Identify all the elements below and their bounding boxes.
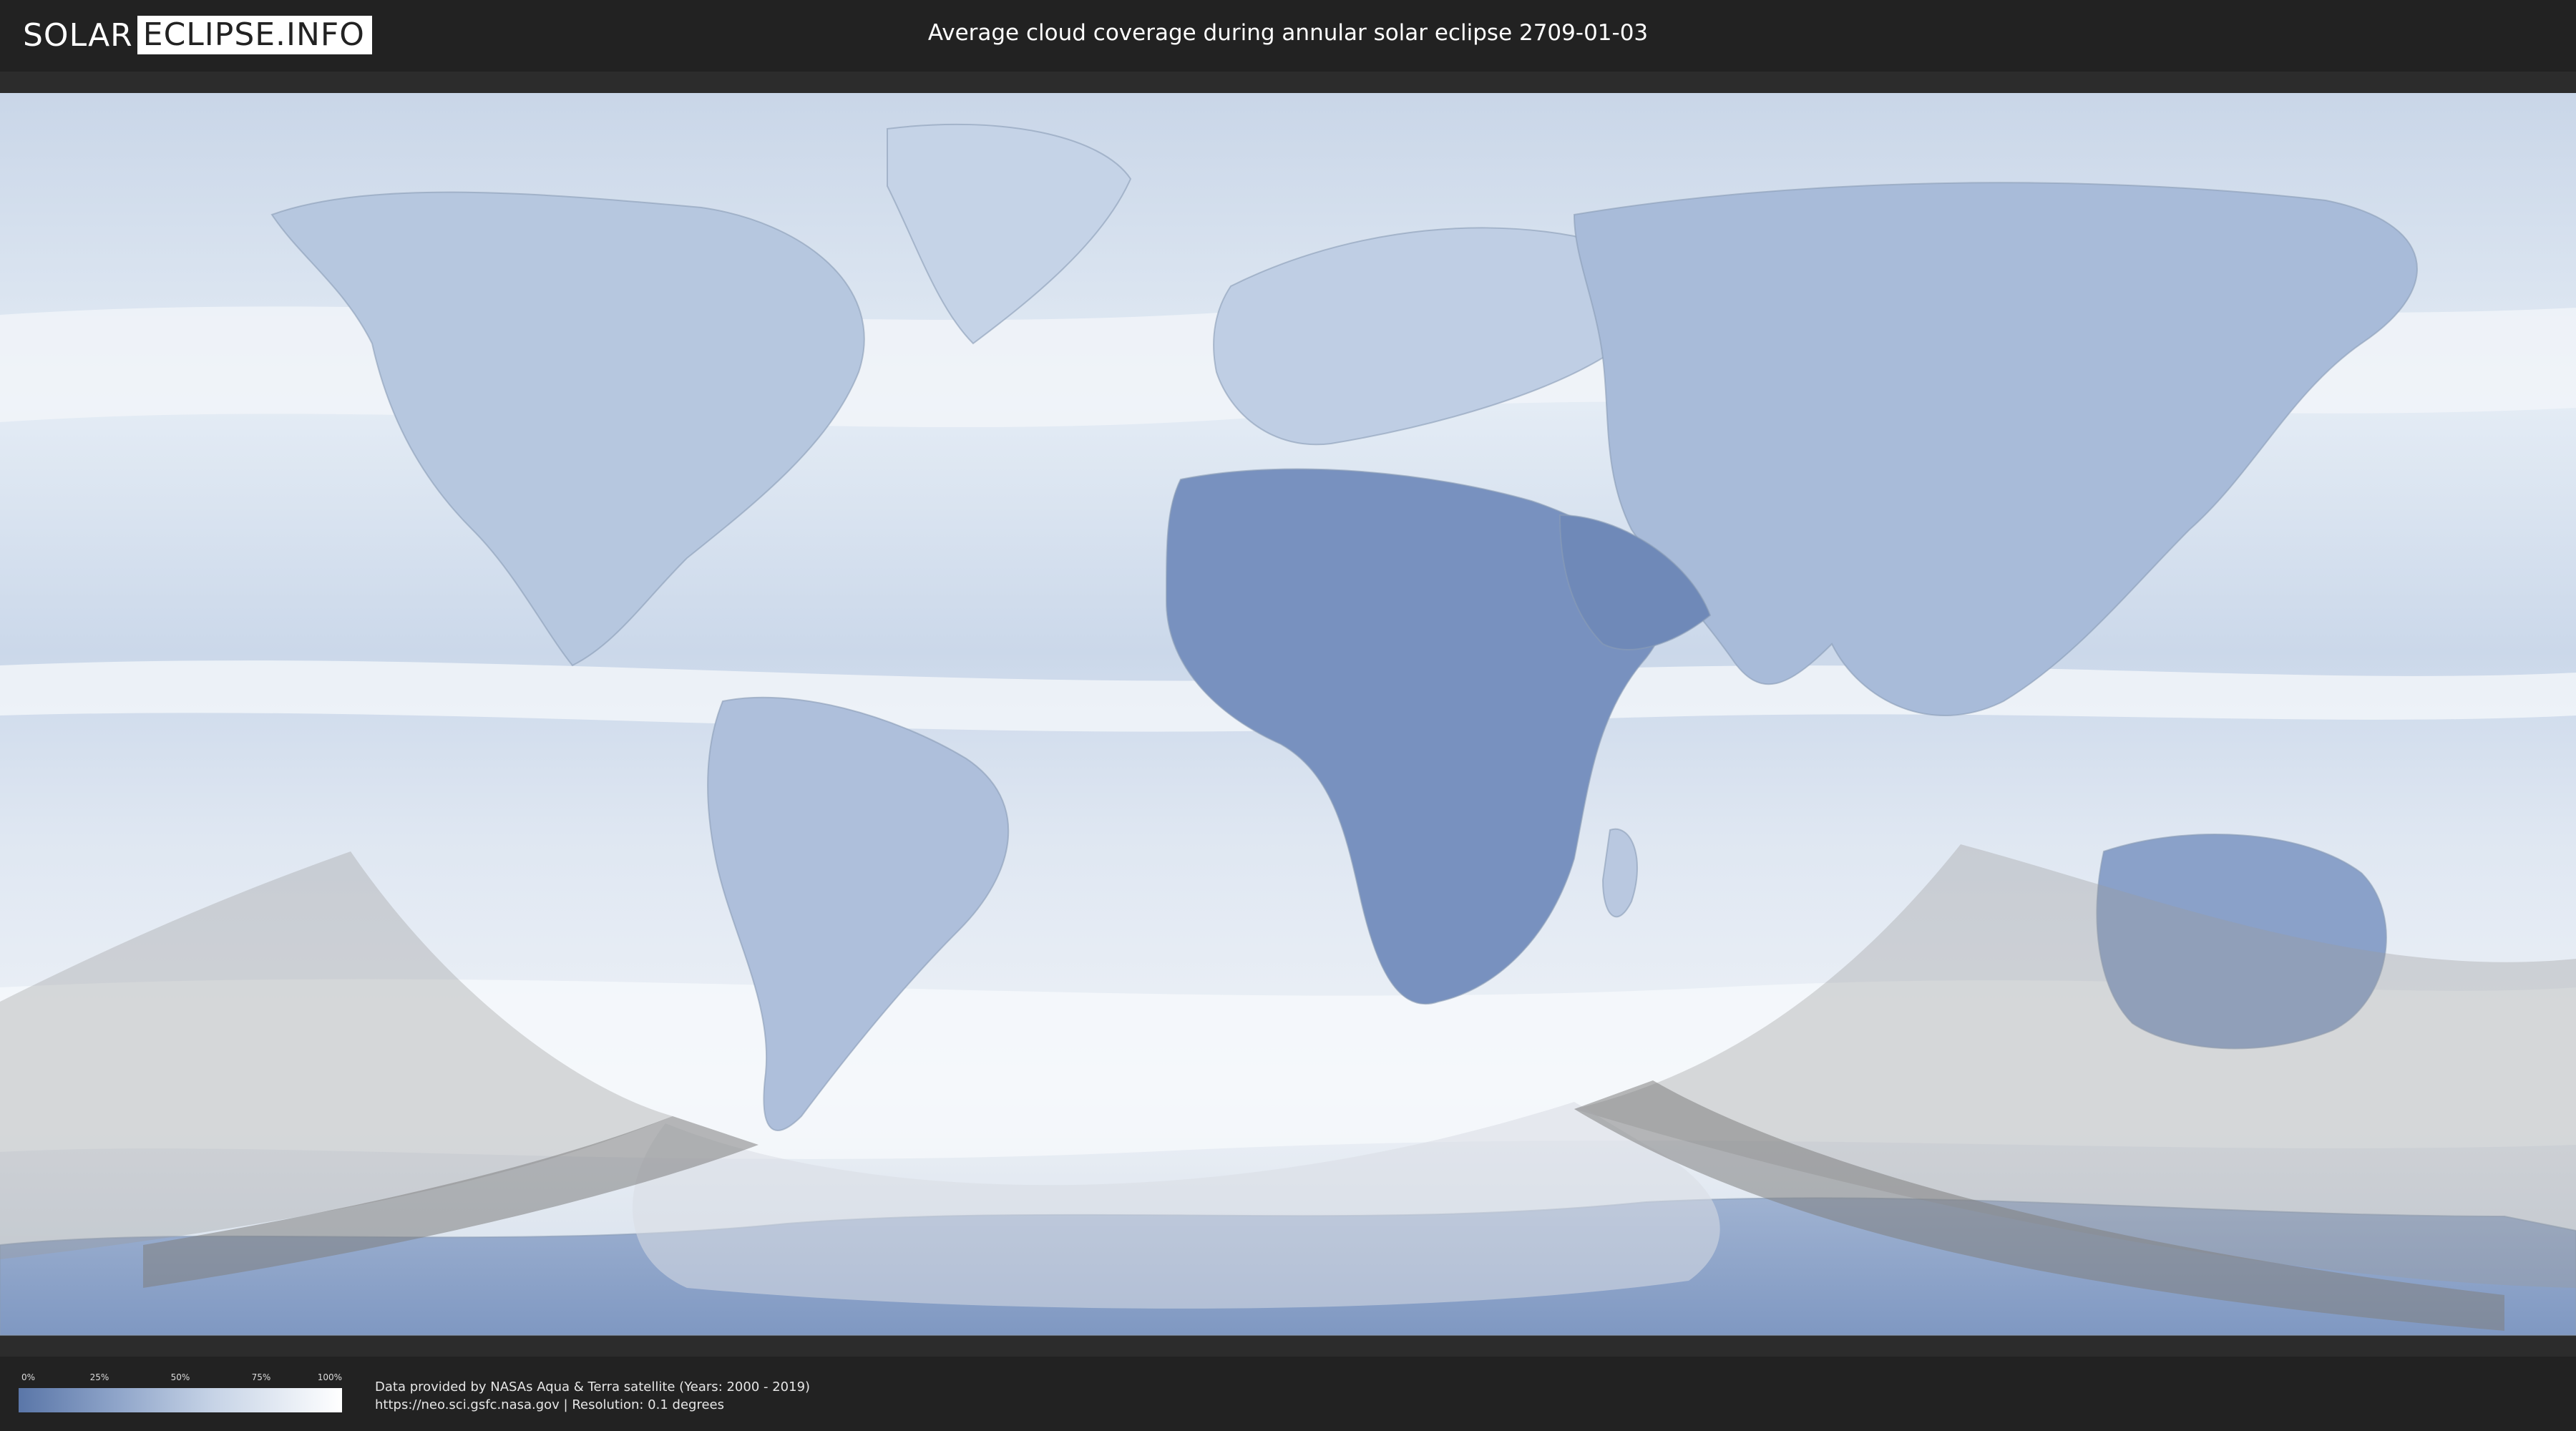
cloud-coverage-legend: 0% 25% 50% 75% 100% xyxy=(19,1372,342,1412)
credits-line-source: Data provided by NASAs Aqua & Terra sate… xyxy=(375,1379,811,1395)
legend-label-50: 50% xyxy=(170,1372,190,1382)
data-credits: Data provided by NASAs Aqua & Terra sate… xyxy=(375,1378,810,1414)
bottom-bar: 0% 25% 50% 75% 100% Data provided by NAS… xyxy=(0,1357,2576,1431)
legend-label-100: 100% xyxy=(317,1372,342,1382)
legend-label-0: 0% xyxy=(21,1372,36,1382)
page-title: Average cloud coverage during annular so… xyxy=(927,20,1649,46)
cloud-coverage-map xyxy=(0,72,2576,1357)
credits-line-url[interactable]: https://neo.sci.gsfc.nasa.gov | Resoluti… xyxy=(375,1396,810,1414)
legend-label-75: 75% xyxy=(251,1372,271,1382)
legend-label-25: 25% xyxy=(89,1372,109,1382)
legend-labels: 0% 25% 50% 75% 100% xyxy=(19,1372,342,1385)
top-bar: SOLAR ECLIPSE.INFO Average cloud coverag… xyxy=(0,0,2576,72)
map-canvas xyxy=(0,93,2576,1336)
legend-color-bar xyxy=(19,1388,342,1412)
